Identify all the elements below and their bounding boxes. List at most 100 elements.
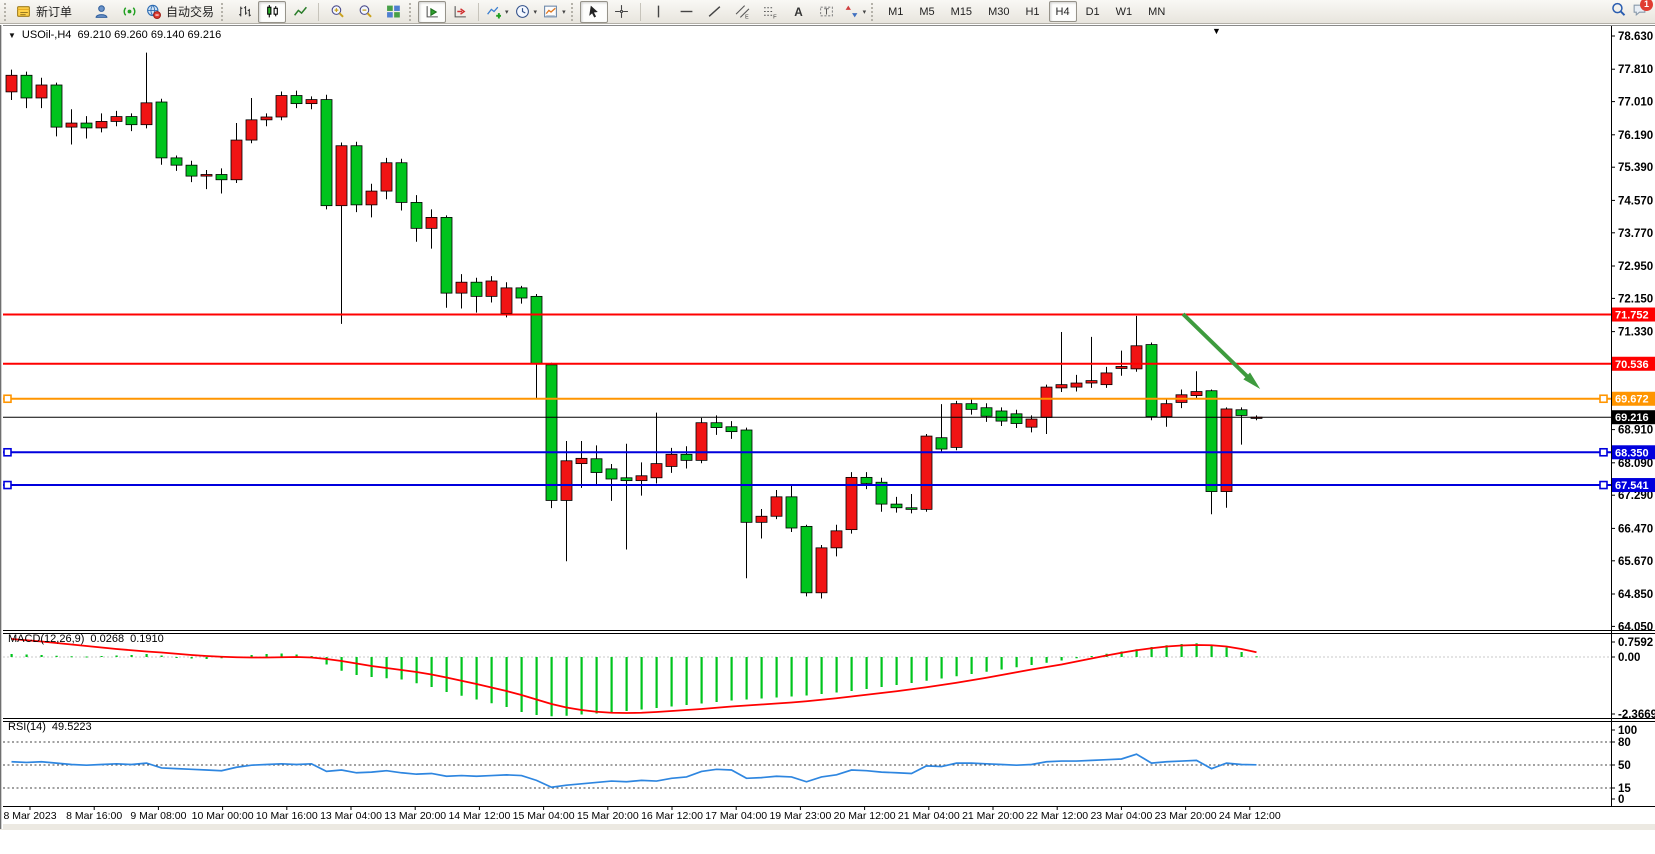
candlestick-icon — [265, 4, 280, 19]
candle-body — [636, 476, 647, 481]
candlestick-chart-button[interactable] — [258, 1, 286, 23]
zoom-out-icon — [358, 4, 373, 19]
templates-button[interactable]: ▾ — [540, 1, 569, 23]
indicators-button[interactable]: ▾ — [483, 1, 512, 23]
time-axis-label: 17 Mar 04:00 — [705, 810, 767, 822]
candle-body — [816, 548, 827, 593]
chevron-down-icon[interactable]: ▾ — [534, 8, 538, 16]
trendline-button[interactable] — [701, 1, 729, 23]
timeframe-m15-button[interactable]: M15 — [944, 1, 979, 22]
new-order-button[interactable]: 新订单 — [13, 1, 77, 23]
vertical-line-button[interactable] — [645, 1, 673, 23]
hline-handle-left[interactable] — [4, 449, 11, 456]
text-button[interactable]: A — [785, 1, 813, 23]
trend-arrow[interactable] — [1183, 314, 1253, 382]
zoom-in-button[interactable] — [323, 1, 351, 23]
candle-body — [66, 123, 77, 127]
macd-histogram-bar — [1226, 648, 1228, 658]
candle-body — [156, 102, 167, 158]
crosshair-button[interactable] — [608, 1, 636, 23]
chart-title: ▼ USOil-,H4 69.210 69.260 69.140 69.216 — [8, 29, 221, 41]
time-axis-label: 23 Mar 20:00 — [1155, 810, 1217, 822]
time-axis[interactable] — [0, 830, 1611, 854]
candle-body — [21, 75, 32, 98]
timeframe-m5-button[interactable]: M5 — [912, 1, 941, 22]
chevron-down-icon[interactable]: ▾ — [863, 8, 867, 16]
timeframe-h4-button[interactable]: H4 — [1049, 1, 1077, 22]
candle-body — [531, 296, 542, 364]
macd-histogram-bar — [956, 657, 958, 676]
chart-menu-arrow-icon[interactable]: ▼ — [1212, 26, 1221, 36]
time-axis-label: 10 Mar 00:00 — [192, 810, 254, 822]
zoom-out-button[interactable] — [351, 1, 379, 23]
auto-scroll-button[interactable] — [418, 1, 446, 23]
market-watch-button[interactable] — [87, 1, 115, 23]
bar-chart-button[interactable] — [230, 1, 258, 23]
cursor-button[interactable] — [580, 1, 608, 23]
hline-handle-left[interactable] — [4, 395, 11, 402]
hline-handle-left[interactable] — [4, 482, 11, 489]
candle-body — [1146, 345, 1157, 417]
horizontal-line-button[interactable] — [673, 1, 701, 23]
line-chart-icon — [293, 4, 308, 19]
channel-button[interactable]: E — [729, 1, 757, 23]
macd-histogram-bar — [581, 657, 583, 715]
chevron-down-icon[interactable]: ▾ — [562, 8, 566, 16]
chart-shift-button[interactable] — [446, 1, 474, 23]
fibonacci-button[interactable]: F — [757, 1, 785, 23]
macd-histogram-bar — [476, 657, 478, 700]
timeframe-d1-button[interactable]: D1 — [1079, 1, 1107, 22]
line-chart-button[interactable] — [286, 1, 314, 23]
macd-signal-value: 0.1910 — [130, 633, 164, 645]
hline-handle-right[interactable] — [1600, 449, 1607, 456]
price-axis[interactable] — [1611, 25, 1655, 805]
candle-body — [396, 163, 407, 203]
rsi-name: RSI(14) — [8, 721, 46, 733]
chart-window[interactable]: 78.63077.81077.01076.19075.39074.57073.7… — [0, 25, 1655, 829]
auto-scroll-icon — [425, 4, 440, 19]
candle-body — [426, 217, 437, 228]
toolbar-grip — [871, 3, 876, 21]
hline-handle-right[interactable] — [1600, 395, 1607, 402]
clock-icon — [515, 4, 530, 19]
main-toolbar: 新订单 自动交易 ▾ ▾ ▾ EFAT ▾ M1M5M15M30H1H4D1W1MN 1 — [0, 0, 1655, 24]
macd-histogram-bar — [341, 657, 343, 671]
candle-body — [681, 454, 692, 460]
timeframe-w1-button[interactable]: W1 — [1109, 1, 1140, 22]
candle-body — [456, 282, 467, 293]
timeframe-mn-button[interactable]: MN — [1141, 1, 1172, 22]
macd-histogram-bar — [821, 657, 823, 694]
chevron-down-icon[interactable]: ▾ — [505, 8, 509, 16]
candle-body — [741, 430, 752, 522]
macd-histogram-bar — [941, 657, 943, 679]
tile-windows-button[interactable] — [379, 1, 407, 23]
chart-collapse-icon[interactable]: ▼ — [8, 31, 16, 40]
macd-histogram-bar — [506, 657, 508, 707]
hline-handle-right[interactable] — [1600, 482, 1607, 489]
candle-body — [1221, 409, 1232, 492]
search-button[interactable] — [1611, 2, 1626, 22]
candle-body — [471, 282, 482, 296]
chat-button[interactable]: 1 — [1632, 2, 1647, 22]
signals-button[interactable] — [115, 1, 143, 23]
candle-body — [351, 146, 362, 205]
crosshair-icon — [614, 4, 629, 19]
new-order-button-label: 新订单 — [34, 3, 74, 20]
timeframe-m30-button[interactable]: M30 — [981, 1, 1016, 22]
periods-button[interactable]: ▾ — [512, 1, 541, 23]
timeframe-m1-button[interactable]: M1 — [881, 1, 910, 22]
macd-histogram-bar — [701, 657, 703, 704]
timeframe-h1-button[interactable]: H1 — [1018, 1, 1046, 22]
label-button[interactable]: T — [813, 1, 841, 23]
macd-histogram-bar — [761, 657, 763, 699]
template-icon — [543, 4, 558, 19]
auto-trading-button[interactable]: 自动交易 — [143, 1, 219, 23]
toolbar-separator — [478, 3, 479, 21]
candle-body — [996, 411, 1007, 421]
arrows-button[interactable]: ▾ — [841, 1, 870, 23]
time-axis-label: 8 Mar 2023 — [3, 810, 56, 822]
macd-histogram-bar — [356, 657, 358, 675]
chart-canvas[interactable]: 78.63077.81077.01076.19075.39074.57073.7… — [0, 26, 1655, 830]
macd-histogram-bar — [101, 656, 103, 657]
time-axis-label: 23 Mar 04:00 — [1090, 810, 1152, 822]
